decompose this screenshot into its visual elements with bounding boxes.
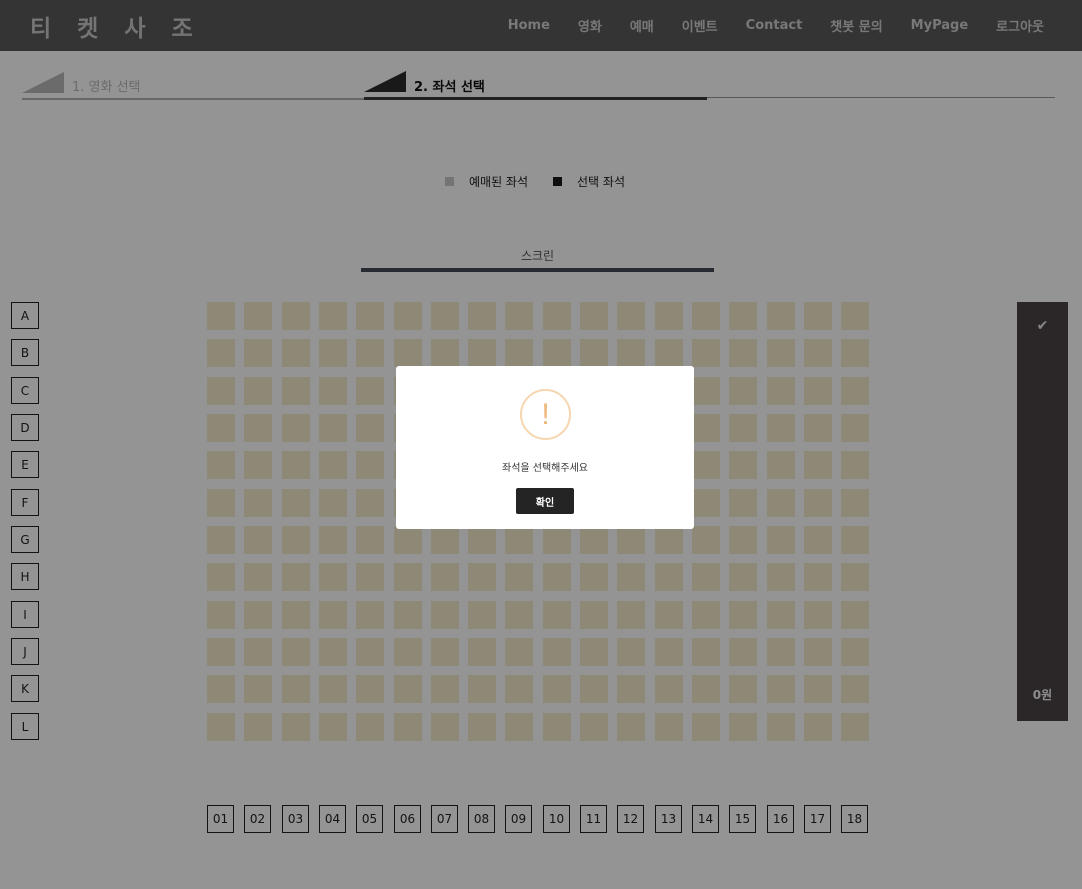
confirm-button[interactable]: 확인 (516, 488, 574, 514)
exclamation-icon: ! (520, 389, 571, 440)
alert-modal: ! 좌석을 선택해주세요 확인 (396, 366, 694, 529)
alert-message: 좌석을 선택해주세요 (502, 463, 588, 474)
